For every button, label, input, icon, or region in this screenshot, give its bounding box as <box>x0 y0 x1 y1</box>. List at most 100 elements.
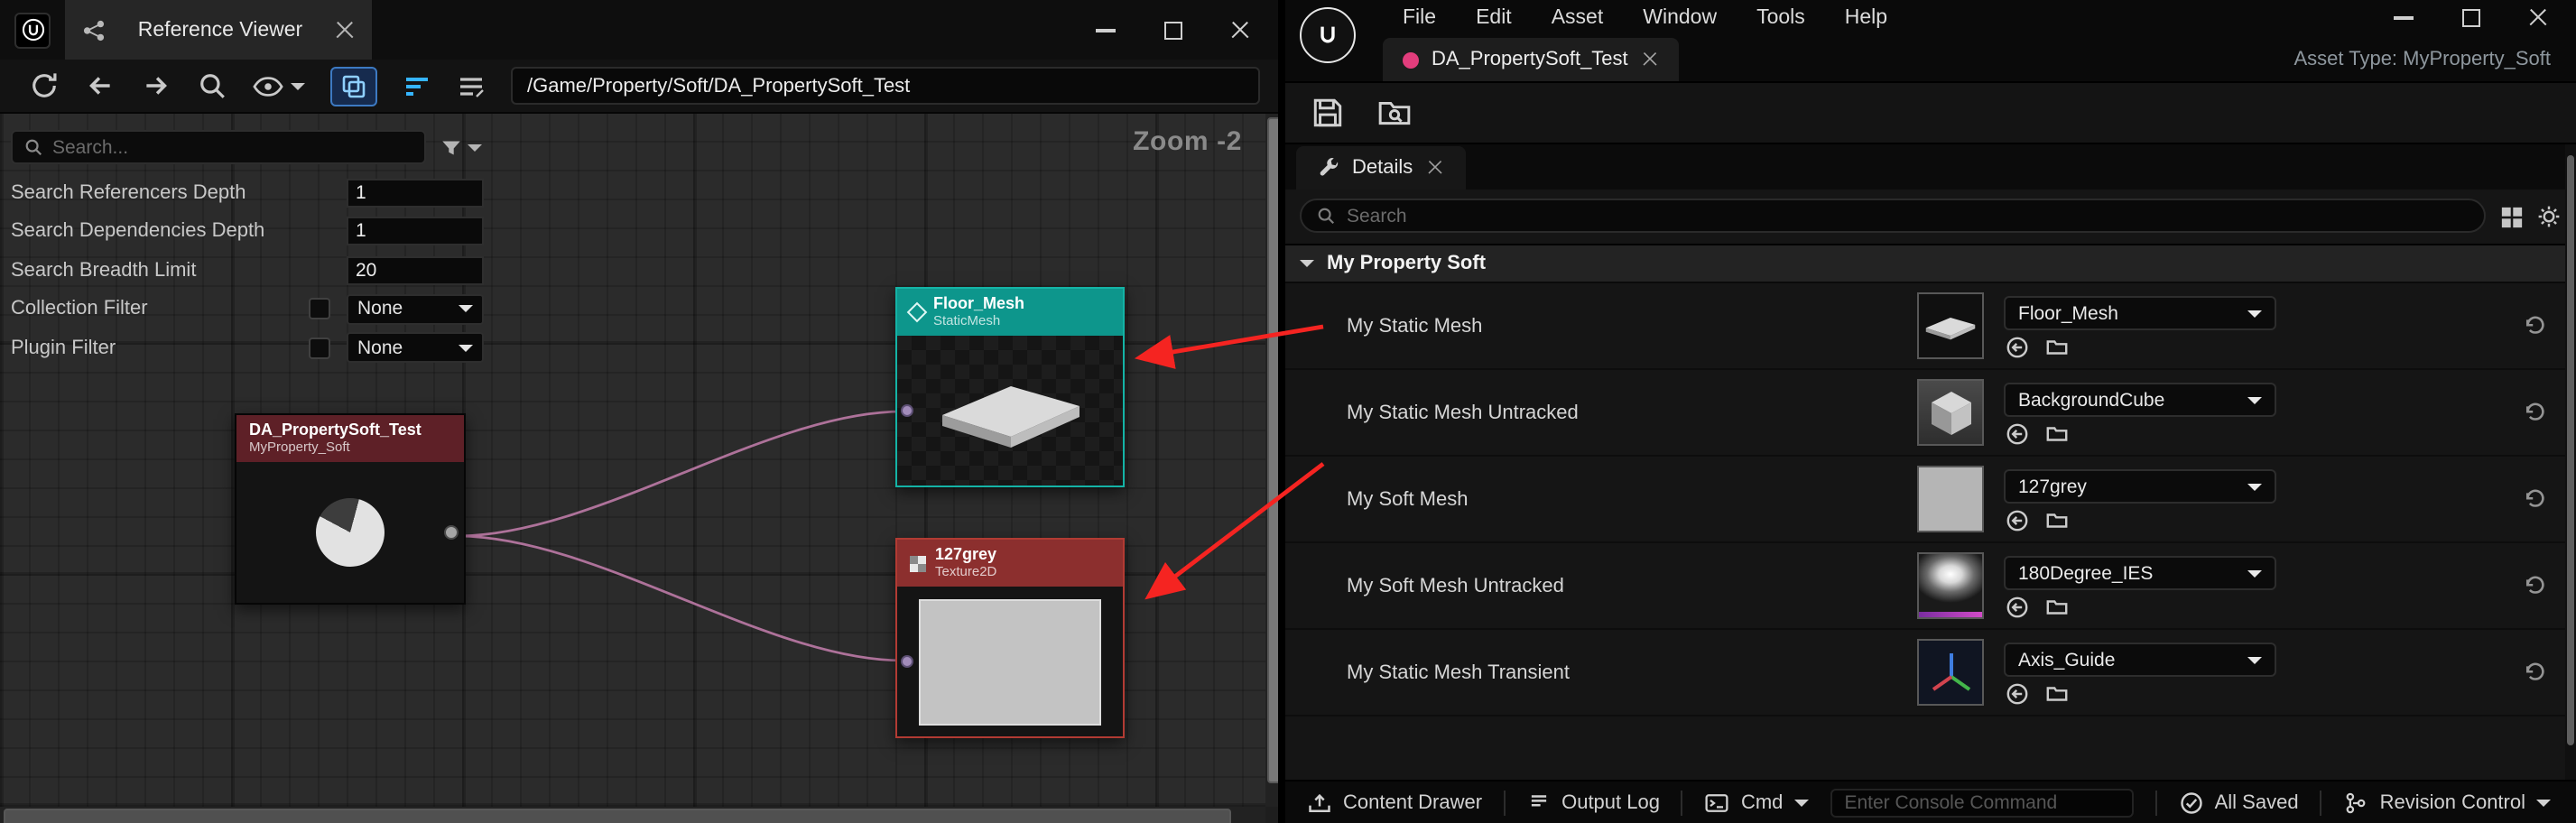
funnel-icon <box>440 136 462 158</box>
display-options-icon[interactable] <box>2500 206 2524 229</box>
reset-to-default-icon[interactable] <box>2524 661 2547 684</box>
collection-filter-dropdown[interactable]: None <box>347 294 484 325</box>
minimize-button[interactable] <box>2394 16 2414 20</box>
graph-node-da-propertysoft-test[interactable]: DA_PropertySoft_Test MyProperty_Soft <box>235 413 466 605</box>
asset-path-input[interactable] <box>511 67 1260 105</box>
plugin-filter-checkbox[interactable] <box>309 338 330 359</box>
filter-lines-icon[interactable] <box>403 73 431 98</box>
asset-dropdown[interactable]: Axis_Guide <box>2004 643 2276 677</box>
plugin-filter-dropdown[interactable]: None <box>347 333 484 364</box>
graph-search-input[interactable] <box>52 136 413 158</box>
details-tab[interactable]: Details <box>1296 146 1465 190</box>
browse-to-asset-icon[interactable] <box>2045 682 2069 706</box>
revision-control-button[interactable]: Revision Control <box>2344 790 2551 815</box>
console-command-input[interactable] <box>1844 791 2118 813</box>
asset-dropdown[interactable]: 127grey <box>2004 469 2276 504</box>
menu-tools[interactable]: Tools <box>1737 7 1825 29</box>
find-path-icon[interactable] <box>197 70 227 101</box>
use-selected-asset-icon[interactable] <box>2006 336 2029 359</box>
use-selected-asset-icon[interactable] <box>2006 596 2029 619</box>
output-log-button[interactable]: Output Log <box>1527 791 1660 814</box>
status-bar: Content Drawer Output Log Cmd All Saved <box>1285 780 2576 823</box>
horizontal-scrollbar[interactable] <box>0 807 1265 823</box>
save-button[interactable] <box>1311 96 1345 130</box>
gear-icon[interactable] <box>2536 204 2562 229</box>
use-selected-asset-icon[interactable] <box>2006 509 2029 532</box>
maximize-button[interactable] <box>1164 21 1182 39</box>
input-pin[interactable] <box>901 655 913 668</box>
close-tab-icon[interactable] <box>336 21 354 39</box>
reset-to-default-icon[interactable] <box>2524 314 2547 338</box>
property-label: My Static Mesh Transient <box>1347 630 1570 717</box>
asset-dropdown[interactable]: Floor_Mesh <box>2004 296 2276 330</box>
dropdown-value: None <box>357 299 403 320</box>
visibility-filters-dropdown[interactable] <box>253 75 305 97</box>
details-search-input[interactable] <box>1347 205 2469 227</box>
node-subtitle: StaticMesh <box>933 314 1024 329</box>
vertical-scrollbar[interactable] <box>2565 144 2576 780</box>
forward-icon[interactable] <box>141 70 171 101</box>
asset-thumbnail[interactable] <box>1917 466 1984 532</box>
collection-filter-checkbox[interactable] <box>309 299 330 320</box>
maximize-button[interactable] <box>2462 9 2480 27</box>
browse-to-asset-icon[interactable] <box>2045 336 2069 359</box>
axis-guide-thumbnail <box>1923 645 1978 699</box>
asset-editor-tab[interactable]: DA_PropertySoft_Test <box>1383 38 1679 81</box>
menu-edit[interactable]: Edit <box>1456 7 1532 29</box>
browse-to-asset-icon[interactable] <box>2045 596 2069 619</box>
browse-to-asset-icon[interactable] <box>2045 509 2069 532</box>
asset-dropdown-value: Floor_Mesh <box>2018 302 2118 324</box>
search-dependencies-depth-input[interactable] <box>347 217 484 246</box>
graph-node-floor-mesh[interactable]: Floor_Mesh StaticMesh <box>895 287 1125 487</box>
back-icon[interactable] <box>85 70 116 101</box>
asset-dropdown[interactable]: BackgroundCube <box>2004 383 2276 417</box>
console-command-box[interactable] <box>1830 788 2133 817</box>
use-selected-asset-icon[interactable] <box>2006 422 2029 446</box>
chevron-down-icon <box>2247 483 2262 490</box>
close-tab-icon[interactable] <box>1643 52 1657 67</box>
asset-thumbnail[interactable] <box>1917 292 1984 359</box>
asset-dropdown[interactable]: 180Degree_IES <box>2004 556 2276 590</box>
menu-file[interactable]: File <box>1383 7 1456 29</box>
minimize-button[interactable] <box>1096 28 1116 32</box>
floor-mesh-thumbnail <box>927 367 1093 454</box>
use-selected-asset-icon[interactable] <box>2006 682 2029 706</box>
search-referencers-depth-input[interactable] <box>347 179 484 208</box>
category-header-my-property-soft[interactable]: My Property Soft <box>1285 244 2576 283</box>
asset-thumbnail[interactable] <box>1917 639 1984 706</box>
menu-asset[interactable]: Asset <box>1532 7 1624 29</box>
screenshot-root: Reference Viewer <box>0 0 2576 823</box>
graph-node-127grey[interactable]: 127grey Texture2D <box>895 538 1125 738</box>
close-window-button[interactable] <box>1231 21 1249 39</box>
reference-graph-canvas[interactable]: DA_PropertySoft_Test MyProperty_Soft Flo… <box>0 114 1265 807</box>
close-window-button[interactable] <box>2529 9 2547 27</box>
vertical-scrollbar[interactable] <box>1265 114 1278 807</box>
input-pin[interactable] <box>901 404 913 417</box>
reference-viewer-tab[interactable]: Reference Viewer <box>65 0 372 60</box>
property-row: My Static Mesh Floor_Mesh <box>1285 283 2576 370</box>
all-saved-indicator[interactable]: All Saved <box>2179 790 2299 815</box>
content-drawer-button[interactable]: Content Drawer <box>1307 790 1482 815</box>
property-label: My Static Mesh Untracked <box>1347 370 1579 457</box>
compact-mode-toggle-button[interactable] <box>330 66 377 106</box>
asset-editor-window: File Edit Asset Window Tools Help DA_Pro… <box>1285 0 2576 823</box>
search-breadth-limit-input[interactable] <box>347 256 484 285</box>
details-search-box[interactable] <box>1300 199 2486 233</box>
edit-list-icon[interactable] <box>457 73 486 98</box>
unreal-logo[interactable] <box>1300 7 1356 63</box>
output-pin[interactable] <box>444 525 459 540</box>
cmd-dropdown[interactable]: Cmd <box>1705 790 1808 815</box>
reset-to-default-icon[interactable] <box>2524 487 2547 511</box>
asset-thumbnail[interactable] <box>1917 379 1984 446</box>
browse-to-asset-icon[interactable] <box>2045 422 2069 446</box>
graph-search-box[interactable] <box>11 130 426 164</box>
graph-filter-dropdown[interactable] <box>440 136 482 158</box>
asset-thumbnail[interactable] <box>1917 552 1984 619</box>
menu-help[interactable]: Help <box>1825 7 1907 29</box>
menu-window[interactable]: Window <box>1623 7 1737 29</box>
refresh-icon[interactable] <box>29 70 60 101</box>
reset-to-default-icon[interactable] <box>2524 574 2547 597</box>
reset-to-default-icon[interactable] <box>2524 401 2547 424</box>
close-tab-icon[interactable] <box>1427 161 1441 175</box>
browse-to-asset-button[interactable] <box>1377 96 1412 130</box>
